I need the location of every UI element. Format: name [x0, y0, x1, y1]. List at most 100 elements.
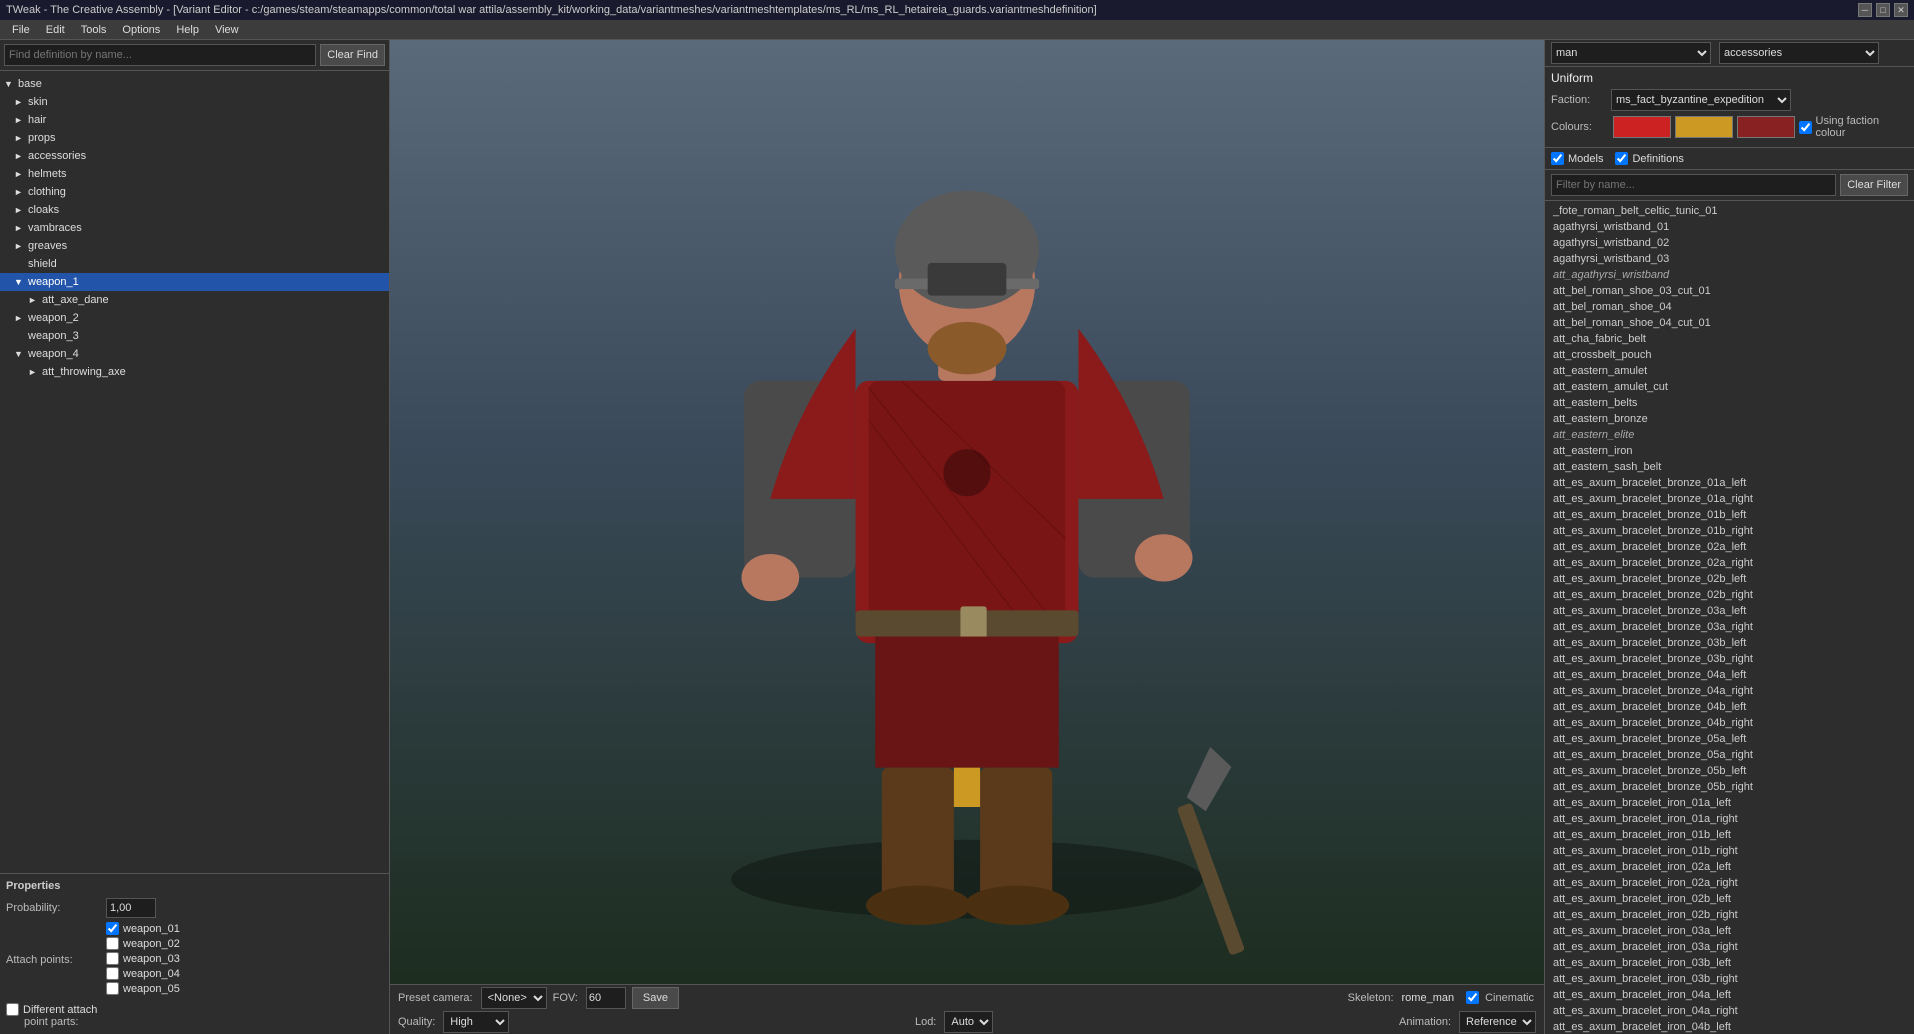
list-item[interactable]: att_es_axum_bracelet_iron_03b_right	[1545, 971, 1914, 987]
list-item[interactable]: att_es_axum_bracelet_iron_02b_right	[1545, 907, 1914, 923]
animation-select[interactable]: Reference Idle Walk Run	[1459, 1011, 1536, 1033]
list-item[interactable]: att_es_axum_bracelet_bronze_03a_right	[1545, 619, 1914, 635]
list-item[interactable]: att_cha_fabric_belt	[1545, 331, 1914, 347]
attach-weapon02-checkbox[interactable]	[106, 937, 119, 950]
tree-item-props[interactable]: ► props	[0, 129, 389, 147]
tree-item-vambraces[interactable]: ► vambraces	[0, 219, 389, 237]
search-input[interactable]	[4, 44, 316, 66]
save-button[interactable]: Save	[632, 987, 679, 1009]
list-item[interactable]: att_eastern_elite	[1545, 427, 1914, 443]
tree-item-helmets[interactable]: ► helmets	[0, 165, 389, 183]
tree-item-hair[interactable]: ► hair	[0, 111, 389, 129]
list-item[interactable]: att_eastern_belts	[1545, 395, 1914, 411]
lod-select[interactable]: Auto 0123	[944, 1011, 993, 1033]
list-item[interactable]: att_es_axum_bracelet_iron_01b_right	[1545, 843, 1914, 859]
list-item[interactable]: att_es_axum_bracelet_iron_04a_left	[1545, 987, 1914, 1003]
list-item[interactable]: att_eastern_sash_belt	[1545, 459, 1914, 475]
list-item[interactable]: agathyrsi_wristband_01	[1545, 219, 1914, 235]
attach-weapon03-checkbox[interactable]	[106, 952, 119, 965]
tree-item-base[interactable]: ▼ base	[0, 75, 389, 93]
quality-select[interactable]: Low Medium High Ultra	[443, 1011, 509, 1033]
tree-item-skin[interactable]: ► skin	[0, 93, 389, 111]
list-item[interactable]: att_bel_roman_shoe_04_cut_01	[1545, 315, 1914, 331]
tree-item-greaves[interactable]: ► greaves	[0, 237, 389, 255]
tree-item-clothing[interactable]: ► clothing	[0, 183, 389, 201]
list-item[interactable]: att_es_axum_bracelet_iron_01a_left	[1545, 795, 1914, 811]
list-item[interactable]: att_es_axum_bracelet_bronze_02b_right	[1545, 587, 1914, 603]
list-item[interactable]: att_eastern_bronze	[1545, 411, 1914, 427]
list-item[interactable]: att_eastern_amulet_cut	[1545, 379, 1914, 395]
tree-item-weapon2[interactable]: ► weapon_2	[0, 309, 389, 327]
menu-view[interactable]: View	[207, 22, 247, 38]
clear-filter-button[interactable]: Clear Filter	[1840, 174, 1908, 196]
definitions-checkbox[interactable]	[1615, 152, 1628, 165]
menu-tools[interactable]: Tools	[73, 22, 115, 38]
list-item[interactable]: att_es_axum_bracelet_bronze_05b_right	[1545, 779, 1914, 795]
list-item[interactable]: att_es_axum_bracelet_bronze_05a_right	[1545, 747, 1914, 763]
list-item[interactable]: att_es_axum_bracelet_iron_04b_left	[1545, 1019, 1914, 1034]
list-item[interactable]: att_es_axum_bracelet_iron_03a_right	[1545, 939, 1914, 955]
list-item[interactable]: att_es_axum_bracelet_bronze_01b_left	[1545, 507, 1914, 523]
tree-item-weapon4[interactable]: ▼ weapon_4	[0, 345, 389, 363]
list-item[interactable]: att_bel_roman_shoe_03_cut_01	[1545, 283, 1914, 299]
tree-item-accessories[interactable]: ► accessories	[0, 147, 389, 165]
list-item[interactable]: att_es_axum_bracelet_bronze_01a_right	[1545, 491, 1914, 507]
list-item[interactable]: att_es_axum_bracelet_bronze_03b_right	[1545, 651, 1914, 667]
list-item[interactable]: att_es_axum_bracelet_iron_01b_left	[1545, 827, 1914, 843]
attach-weapon05-checkbox[interactable]	[106, 982, 119, 995]
man-select[interactable]: man	[1551, 42, 1711, 64]
list-item[interactable]: att_es_axum_bracelet_bronze_04a_right	[1545, 683, 1914, 699]
tree-item-att-throwing-axe[interactable]: ► att_throwing_axe	[0, 363, 389, 381]
list-item[interactable]: att_es_axum_bracelet_bronze_04b_left	[1545, 699, 1914, 715]
menu-options[interactable]: Options	[114, 22, 168, 38]
minimize-button[interactable]: ─	[1858, 3, 1872, 17]
colour-box-3[interactable]	[1737, 116, 1795, 138]
list-item[interactable]: att_es_axum_bracelet_bronze_04a_left	[1545, 667, 1914, 683]
list-item[interactable]: att_es_axum_bracelet_iron_02a_right	[1545, 875, 1914, 891]
tree-item-shield[interactable]: shield	[0, 255, 389, 273]
tree-item-cloaks[interactable]: ► cloaks	[0, 201, 389, 219]
probability-input[interactable]	[106, 898, 156, 918]
colour-box-2[interactable]	[1675, 116, 1733, 138]
menu-help[interactable]: Help	[168, 22, 207, 38]
list-item[interactable]: att_es_axum_bracelet_bronze_01a_left	[1545, 475, 1914, 491]
list-item[interactable]: att_es_axum_bracelet_bronze_02b_left	[1545, 571, 1914, 587]
fov-input[interactable]	[586, 987, 626, 1009]
list-item[interactable]: agathyrsi_wristband_03	[1545, 251, 1914, 267]
list-item[interactable]: agathyrsi_wristband_02	[1545, 235, 1914, 251]
using-faction-checkbox[interactable]	[1799, 121, 1812, 134]
list-item[interactable]: att_es_axum_bracelet_bronze_01b_right	[1545, 523, 1914, 539]
menu-edit[interactable]: Edit	[38, 22, 73, 38]
preset-camera-select[interactable]: <None>	[481, 987, 547, 1009]
list-item[interactable]: att_es_axum_bracelet_bronze_02a_right	[1545, 555, 1914, 571]
list-item[interactable]: att_bel_roman_shoe_04	[1545, 299, 1914, 315]
list-item[interactable]: att_es_axum_bracelet_iron_02b_left	[1545, 891, 1914, 907]
attach-weapon01-checkbox[interactable]	[106, 922, 119, 935]
list-item[interactable]: att_es_axum_bracelet_iron_03b_left	[1545, 955, 1914, 971]
list-item[interactable]: att_crossbelt_pouch	[1545, 347, 1914, 363]
tree-item-att-axe-dane[interactable]: ► att_axe_dane	[0, 291, 389, 309]
list-item[interactable]: att_eastern_amulet	[1545, 363, 1914, 379]
list-item[interactable]: att_es_axum_bracelet_bronze_04b_right	[1545, 715, 1914, 731]
list-item[interactable]: att_es_axum_bracelet_bronze_05a_left	[1545, 731, 1914, 747]
list-item[interactable]: att_es_axum_bracelet_bronze_02a_left	[1545, 539, 1914, 555]
tree-item-weapon1[interactable]: ▼ weapon_1	[0, 273, 389, 291]
models-checkbox[interactable]	[1551, 152, 1564, 165]
list-item[interactable]: att_es_axum_bracelet_bronze_03b_left	[1545, 635, 1914, 651]
close-button[interactable]: ✕	[1894, 3, 1908, 17]
maximize-button[interactable]: □	[1876, 3, 1890, 17]
list-item[interactable]: att_es_axum_bracelet_iron_01a_right	[1545, 811, 1914, 827]
list-item[interactable]: _fote_roman_belt_celtic_tunic_01	[1545, 203, 1914, 219]
tree-item-weapon3[interactable]: weapon_3	[0, 327, 389, 345]
clear-find-button[interactable]: Clear Find	[320, 44, 385, 66]
different-attach-checkbox[interactable]	[6, 1003, 19, 1016]
cinematic-checkbox[interactable]	[1466, 991, 1479, 1004]
attach-weapon04-checkbox[interactable]	[106, 967, 119, 980]
list-item[interactable]: att_es_axum_bracelet_iron_03a_left	[1545, 923, 1914, 939]
list-item[interactable]: att_es_axum_bracelet_iron_04a_right	[1545, 1003, 1914, 1019]
list-item[interactable]: att_es_axum_bracelet_bronze_03a_left	[1545, 603, 1914, 619]
list-item[interactable]: att_eastern_iron	[1545, 443, 1914, 459]
menu-file[interactable]: File	[4, 22, 38, 38]
filter-input[interactable]	[1551, 174, 1836, 196]
list-item[interactable]: att_es_axum_bracelet_iron_02a_left	[1545, 859, 1914, 875]
